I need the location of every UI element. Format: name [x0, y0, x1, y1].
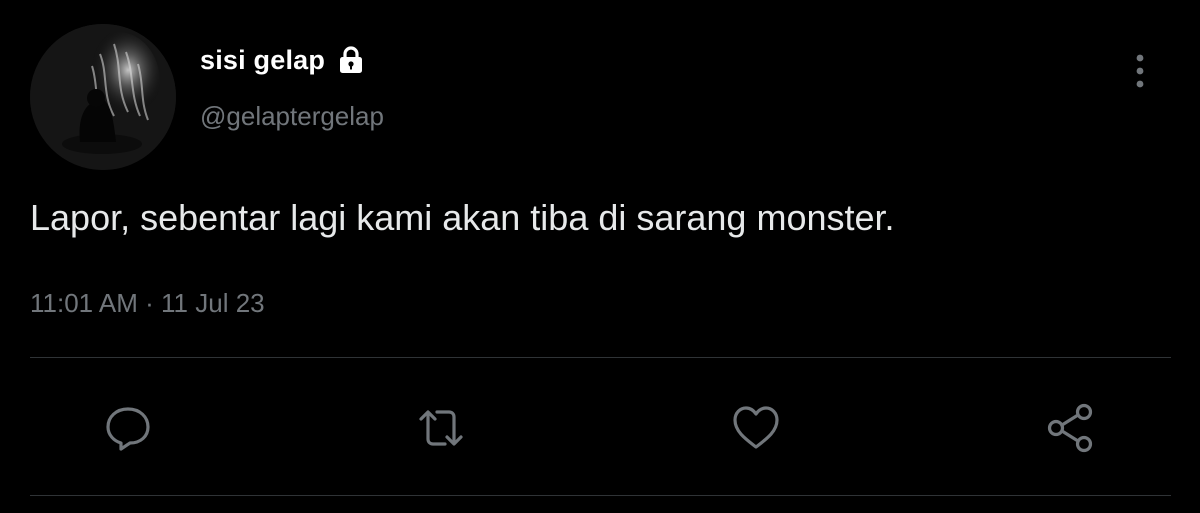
tweet-text: Lapor, sebentar lagi kami akan tiba di s… [30, 197, 895, 238]
like-icon [733, 406, 779, 449]
avatar[interactable] [30, 24, 176, 170]
more-vertical-icon [1136, 54, 1144, 88]
retweet-icon [419, 410, 463, 446]
author-name-row: sisi gelap [200, 44, 367, 76]
lock-icon [335, 44, 367, 76]
avatar-image [30, 24, 176, 170]
bottom-divider [30, 495, 1171, 496]
tweet-timestamp[interactable]: 11:01 AM · 11 Jul 23 [30, 288, 265, 319]
like-button[interactable] [729, 401, 783, 455]
retweet-button[interactable] [414, 401, 468, 455]
author-handle[interactable]: @gelaptergelap [200, 101, 384, 132]
display-name[interactable]: sisi gelap [200, 45, 325, 76]
reply-icon [106, 407, 150, 451]
divider [30, 357, 1171, 358]
reply-button[interactable] [101, 401, 155, 455]
more-options-button[interactable] [1126, 52, 1154, 92]
tweet-card: sisi gelap @gelaptergelap Lapor, sebenta… [0, 0, 1200, 513]
share-button[interactable] [1044, 401, 1098, 455]
share-icon [1047, 403, 1093, 453]
